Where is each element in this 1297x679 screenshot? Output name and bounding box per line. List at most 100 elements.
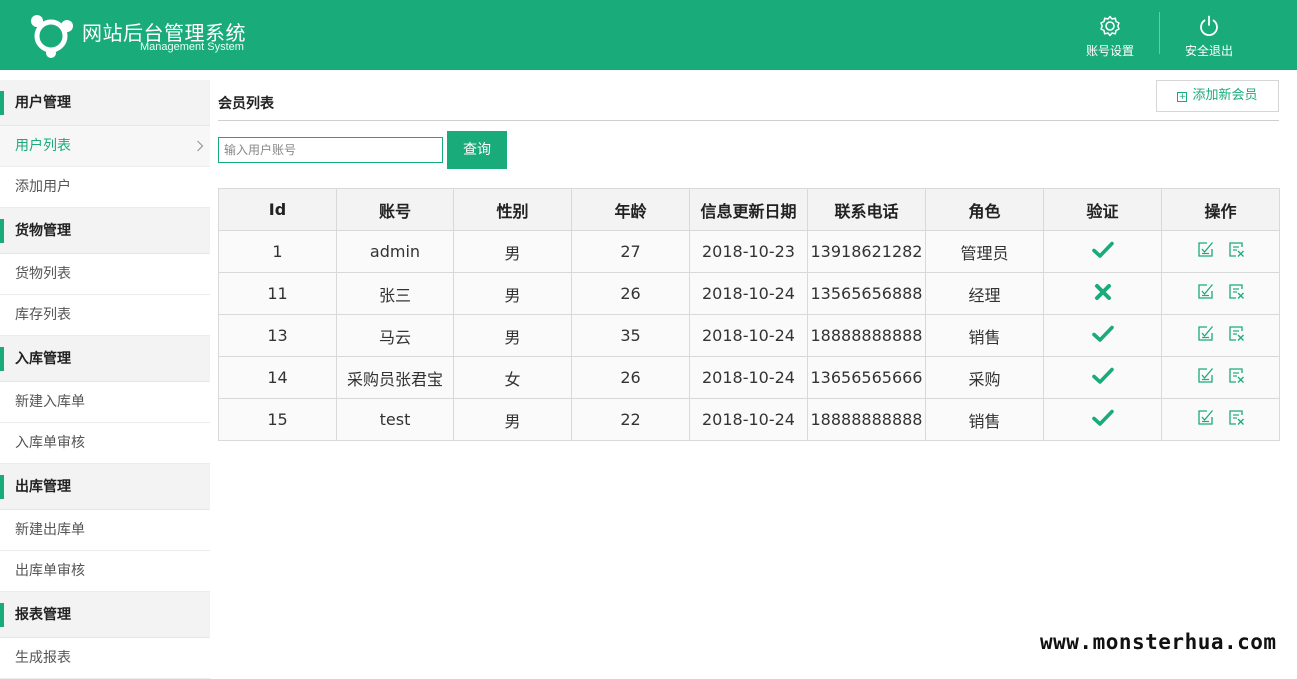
check-icon	[1091, 241, 1114, 263]
delete-icon[interactable]	[1228, 409, 1245, 430]
edit-icon[interactable]	[1197, 241, 1214, 262]
cell-role: 销售	[925, 314, 1044, 357]
sidebar-item-inbound-review[interactable]: 入库单审核	[0, 423, 210, 464]
column-header-account: 账号	[336, 188, 454, 231]
cell-gender: 女	[453, 356, 572, 399]
sidebar-item-new-outbound[interactable]: 新建出库单	[0, 510, 210, 551]
edit-icon[interactable]	[1197, 367, 1214, 388]
cell-account: admin	[336, 230, 454, 273]
cell-phone: 13656565666	[807, 356, 926, 399]
header-divider	[1159, 12, 1160, 54]
delete-icon[interactable]	[1228, 325, 1245, 346]
column-header-id: Id	[218, 188, 337, 231]
cell-date: 2018-10-24	[689, 314, 808, 357]
edit-icon[interactable]	[1197, 409, 1214, 430]
table-header-row: Id 账号 性别 年龄 信息更新日期 联系电话 角色 验证 操作	[218, 188, 1280, 231]
account-settings-button[interactable]: 账号设置	[1070, 14, 1150, 62]
cell-date: 2018-10-24	[689, 356, 808, 399]
sidebar-item-stock-list[interactable]: 库存列表	[0, 295, 210, 336]
cell-verified	[1043, 314, 1162, 357]
column-header-verified: 验证	[1043, 188, 1162, 231]
cell-age: 22	[571, 398, 690, 441]
delete-icon[interactable]	[1228, 367, 1245, 388]
cross-icon	[1094, 283, 1112, 305]
cell-gender: 男	[453, 314, 572, 357]
table-row: 13 马云男 35 2018-10-24 18888888888 销售	[218, 314, 1280, 357]
sidebar-group-outbound[interactable]: 出库管理	[0, 464, 210, 510]
check-icon	[1091, 409, 1114, 431]
search-input[interactable]	[218, 137, 443, 163]
cell-actions	[1161, 314, 1280, 357]
sidebar-item-outbound-review[interactable]: 出库单审核	[0, 551, 210, 592]
column-header-actions: 操作	[1161, 188, 1280, 231]
column-header-role: 角色	[925, 188, 1044, 231]
cell-phone: 18888888888	[807, 314, 926, 357]
cell-date: 2018-10-24	[689, 272, 808, 315]
cell-actions	[1161, 230, 1280, 273]
sidebar-item-label: 用户列表	[15, 138, 71, 154]
sidebar-item-new-inbound[interactable]: 新建入库单	[0, 382, 210, 423]
column-header-gender: 性别	[453, 188, 572, 231]
cell-phone: 13918621282	[807, 230, 926, 273]
page-title: 会员列表	[218, 96, 274, 112]
title-divider	[218, 120, 1279, 121]
cell-verified	[1043, 398, 1162, 441]
sidebar-item-add-user[interactable]: 添加用户	[0, 167, 210, 208]
cell-actions	[1161, 272, 1280, 315]
member-table: Id 账号 性别 年龄 信息更新日期 联系电话 角色 验证 操作 1 admin 男…	[218, 188, 1280, 441]
cell-role: 管理员	[925, 230, 1044, 273]
logout-button[interactable]: 安全退出	[1169, 14, 1249, 62]
cell-age: 27	[571, 230, 690, 273]
sidebar: 用户管理 用户列表 添加用户 货物管理 货物列表 库存列表 入库管理 新建入库单…	[0, 70, 210, 679]
sidebar-group-goods[interactable]: 货物管理	[0, 208, 210, 254]
add-member-button[interactable]: + 添加新会员	[1156, 80, 1279, 112]
cell-actions	[1161, 398, 1280, 441]
cell-age: 35	[571, 314, 690, 357]
sidebar-item-user-list[interactable]: 用户列表	[0, 126, 210, 167]
sidebar-item-generate-report[interactable]: 生成报表	[0, 638, 210, 679]
cell-verified	[1043, 230, 1162, 273]
cell-date: 2018-10-24	[689, 398, 808, 441]
sidebar-item-goods-list[interactable]: 货物列表	[0, 254, 210, 295]
cell-age: 26	[571, 356, 690, 399]
cell-id: 13	[218, 314, 337, 357]
check-icon	[1091, 325, 1114, 347]
account-settings-label: 账号设置	[1085, 44, 1134, 58]
edit-icon[interactable]	[1197, 283, 1214, 304]
cell-id: 14	[218, 356, 337, 399]
cell-account: 马云	[336, 314, 454, 357]
sidebar-group-users[interactable]: 用户管理	[0, 80, 210, 126]
cell-age: 26	[571, 272, 690, 315]
table-row: 1 admin 男 27 2018-10-23 13918621282 管理员	[218, 230, 1280, 273]
delete-icon[interactable]	[1228, 283, 1245, 304]
cell-role: 销售	[925, 398, 1044, 441]
table-row: 14 采购员张君宝女 26 2018-10-24 13656565666 采购	[218, 356, 1280, 399]
edit-icon[interactable]	[1197, 325, 1214, 346]
sidebar-group-reports[interactable]: 报表管理	[0, 592, 210, 638]
cell-actions	[1161, 356, 1280, 399]
cell-verified	[1043, 356, 1162, 399]
chevron-right-icon	[196, 126, 204, 167]
search-button[interactable]: 查询	[447, 131, 507, 169]
column-header-date: 信息更新日期	[689, 188, 808, 231]
gear-icon	[1100, 15, 1120, 37]
cell-gender: 男	[453, 272, 572, 315]
cell-role: 采购	[925, 356, 1044, 399]
column-header-phone: 联系电话	[807, 188, 926, 231]
cell-account: test	[336, 398, 454, 441]
logout-label: 安全退出	[1184, 44, 1233, 58]
table-row: 11 张三男 26 2018-10-24 13565656888 经理	[218, 272, 1280, 315]
cell-id: 11	[218, 272, 337, 315]
cell-date: 2018-10-23	[689, 230, 808, 273]
cell-gender: 男	[453, 398, 572, 441]
sidebar-group-inbound[interactable]: 入库管理	[0, 336, 210, 382]
cell-role: 经理	[925, 272, 1044, 315]
add-member-label: 添加新会员	[1192, 88, 1258, 103]
cell-id: 15	[218, 398, 337, 441]
cell-account: 张三	[336, 272, 454, 315]
brand-subtitle: Management System	[140, 41, 244, 53]
check-icon	[1091, 367, 1114, 389]
cell-phone: 13565656888	[807, 272, 926, 315]
delete-icon[interactable]	[1228, 241, 1245, 262]
column-header-age: 年龄	[571, 188, 690, 231]
